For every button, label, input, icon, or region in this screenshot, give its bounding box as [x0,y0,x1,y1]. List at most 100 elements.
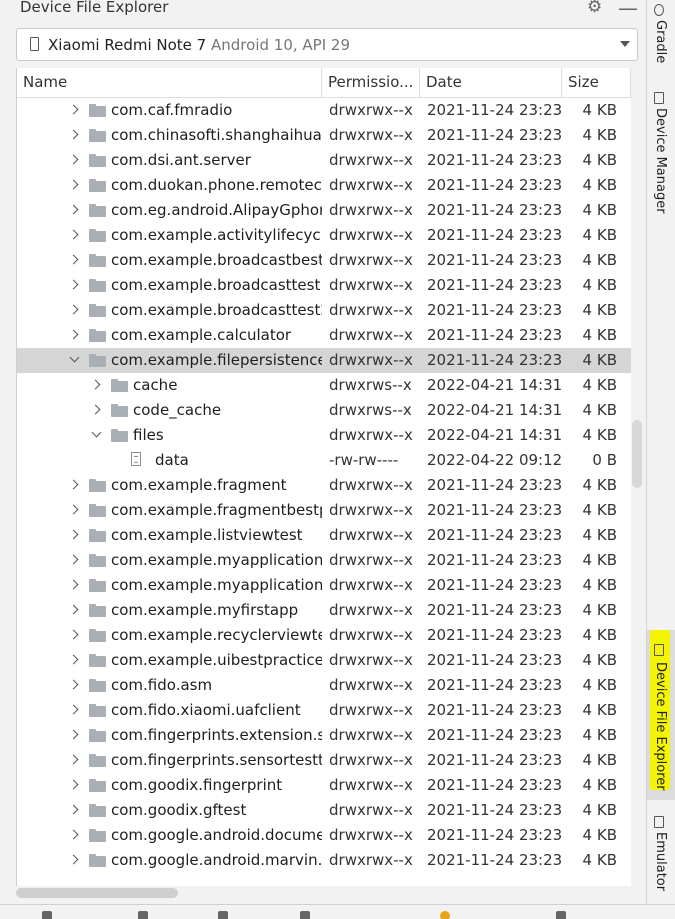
device-selector[interactable]: Xiaomi Redmi Note 7 Android 10, API 29 [16,28,638,61]
permissions-cell: drwxrwx--x [329,676,413,694]
folder-row[interactable]: com.example.listviewtest drwxrwx--x 2021-1… [17,523,631,548]
permissions-cell: drwxrwx--x [329,551,413,569]
folder-icon [111,379,128,392]
file-row[interactable]: data -rw-rw---- 2022-04-22 09:12 0 B [17,448,631,473]
horizontal-scrollbar-thumb[interactable] [16,888,178,898]
folder-row[interactable]: com.google.android.marvin.t drwxrwx--x 202… [17,848,631,873]
vertical-scrollbar-thumb[interactable] [632,420,642,488]
chevron-right-icon[interactable] [67,173,81,198]
chevron-right-icon[interactable] [67,123,81,148]
folder-row[interactable]: com.google.android.docume drwxrwx--x 2021-… [17,823,631,848]
chevron-right-icon[interactable] [67,623,81,648]
folder-row[interactable]: com.example.fragmentbestp drwxrwx--x 2021-… [17,498,631,523]
tab-device-file-explorer[interactable]: Device File Explorer [647,630,675,800]
name-cell: com.goodix.fingerprint [17,773,322,798]
chevron-right-icon[interactable] [67,523,81,548]
chevron-right-icon[interactable] [67,323,81,348]
file-name: com.fingerprints.sensortestte [111,751,322,769]
folder-row[interactable]: com.caf.fmradio drwxrwx--x 2021-11-24 23:2… [17,98,631,123]
folder-row[interactable]: com.example.fragment drwxrwx--x 2021-11-24… [17,473,631,498]
chevron-right-icon[interactable] [67,648,81,673]
folder-row[interactable]: com.example.broadcasttest drwxrwx--x 2021-… [17,273,631,298]
name-cell: com.example.fragment [17,473,322,498]
name-cell: com.duokan.phone.remotec [17,173,322,198]
chevron-down-icon[interactable] [89,423,103,448]
folder-row[interactable]: com.eg.android.AlipayGphor drwxrwx--x 2021… [17,198,631,223]
size-cell: 4 KB [582,426,617,444]
name-cell: com.fingerprints.extension.se [17,723,322,748]
chevron-right-icon[interactable] [67,223,81,248]
chevron-right-icon[interactable] [67,798,81,823]
chevron-right-icon[interactable] [67,823,81,848]
tab-device-file-explorer-label: Device File Explorer [653,662,668,791]
folder-row[interactable]: com.example.calculator drwxrwx--x 2021-11-… [17,323,631,348]
chevron-right-icon[interactable] [67,273,81,298]
folder-row[interactable]: code_cache drwxrws--x 2022-04-21 14:31 4 KB [17,398,631,423]
folder-row[interactable]: com.goodix.fingerprint drwxrwx--x 2021-11-… [17,773,631,798]
column-header-permissions[interactable]: Permissio... [322,68,420,97]
folder-row[interactable]: com.example.myapplicationj drwxrwx--x 2021… [17,573,631,598]
folder-row[interactable]: com.example.recyclerviewtes drwxrwx--x 202… [17,623,631,648]
name-cell: com.example.myapplicationj [17,573,322,598]
tab-gradle-label: Gradle [653,20,668,64]
folder-row[interactable]: com.fido.asm drwxrwx--x 2021-11-24 23:23 4 … [17,673,631,698]
permissions-cell: drwxrwx--x [329,751,413,769]
permissions-cell: -rw-rw---- [329,451,399,469]
tab-device-manager[interactable]: Device Manager [647,86,675,216]
folder-row[interactable]: com.example.activitylifecycle drwxrwx--x 2… [17,223,631,248]
date-cell: 2021-11-24 23:23 [427,226,563,244]
file-name: com.google.android.marvin.t [111,851,322,869]
chevron-right-icon[interactable] [67,148,81,173]
chevron-right-icon[interactable] [67,198,81,223]
name-cell: com.fido.asm [17,673,322,698]
minimize-icon[interactable]: — [618,0,638,20]
column-header-size[interactable]: Size [562,68,631,97]
dropdown-arrow-icon[interactable] [620,41,630,47]
gear-icon[interactable]: ⚙ [587,0,602,17]
chevron-right-icon[interactable] [67,773,81,798]
chevron-right-icon[interactable] [67,698,81,723]
folder-row[interactable]: com.example.filepersistence drwxrwx--x 202… [17,348,631,373]
tab-emulator[interactable]: Emulator [647,810,675,900]
chevron-right-icon[interactable] [67,298,81,323]
folder-row[interactable]: com.example.myapplication drwxrwx--x 2021-… [17,548,631,573]
folder-row[interactable]: com.example.myfirstapp drwxrwx--x 2021-11-… [17,598,631,623]
name-cell: com.example.listviewtest [17,523,322,548]
folder-row[interactable]: cache drwxrws--x 2022-04-21 14:31 4 KB [17,373,631,398]
column-header-name[interactable]: Name [17,68,322,97]
chevron-down-icon[interactable] [67,348,81,373]
chevron-right-icon[interactable] [89,373,103,398]
chevron-right-icon[interactable] [67,248,81,273]
chevron-right-icon[interactable] [67,548,81,573]
file-name: com.fido.xiaomi.uafclient [111,701,301,719]
tab-gradle[interactable]: Gradle [647,0,675,70]
chevron-right-icon[interactable] [67,498,81,523]
file-name: com.chinasofti.shanghaihuate [111,126,322,144]
chevron-right-icon[interactable] [67,573,81,598]
file-name: com.example.myapplicationj [111,576,322,594]
column-header-date[interactable]: Date [420,68,562,97]
folder-row[interactable]: com.fido.xiaomi.uafclient drwxrwx--x 2021-… [17,698,631,723]
chevron-right-icon[interactable] [89,398,103,423]
chevron-right-icon[interactable] [67,598,81,623]
folder-row[interactable]: com.chinasofti.shanghaihuate drwxrwx--x 20… [17,123,631,148]
folder-row[interactable]: com.goodix.gftest drwxrwx--x 2021-11-24 23… [17,798,631,823]
folder-row[interactable]: com.fingerprints.sensortestte drwxrwx--x 2… [17,748,631,773]
permissions-cell: drwxrwx--x [329,101,413,119]
folder-row[interactable]: com.duokan.phone.remotec drwxrwx--x 2021-1… [17,173,631,198]
chevron-right-icon[interactable] [67,98,81,123]
folder-row[interactable]: com.example.broadcastbestp drwxrwx--x 2021… [17,248,631,273]
chevron-right-icon[interactable] [67,473,81,498]
size-cell: 4 KB [582,326,617,344]
folder-row[interactable]: com.fingerprints.extension.se drwxrwx--x 2… [17,723,631,748]
chevron-right-icon[interactable] [67,723,81,748]
folder-row[interactable]: com.example.broadcasttest2 drwxrwx--x 2021… [17,298,631,323]
horizontal-scrollbar[interactable] [16,886,630,900]
folder-row[interactable]: files drwxrwx--x 2022-04-21 14:31 4 KB [17,423,631,448]
folder-row[interactable]: com.example.uibestpractice drwxrwx--x 2021… [17,648,631,673]
name-cell: com.chinasofti.shanghaihuate [17,123,322,148]
chevron-right-icon[interactable] [67,673,81,698]
folder-row[interactable]: com.dsi.ant.server drwxrwx--x 2021-11-24 2… [17,148,631,173]
chevron-right-icon[interactable] [67,848,81,873]
chevron-right-icon[interactable] [67,748,81,773]
